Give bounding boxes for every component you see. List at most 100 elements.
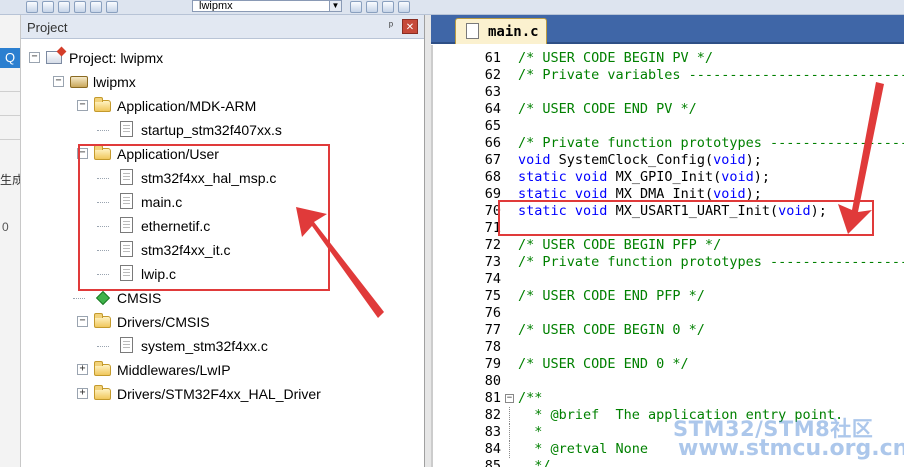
toolbar-left-group — [26, 0, 118, 14]
keyword-token: static — [518, 169, 567, 185]
project-panel-title: Project — [27, 20, 68, 35]
code-line: 72 /* USER CODE BEGIN PFP */ — [433, 237, 904, 254]
fold-guide — [509, 441, 510, 458]
line-number: 71 — [484, 220, 501, 236]
project-icon — [46, 49, 64, 66]
tree-label: Drivers/CMSIS — [117, 314, 210, 330]
file-icon — [118, 337, 136, 354]
code-line: 68 static void MX_GPIO_Init(void); — [433, 169, 904, 186]
tree-file-0-0[interactable]: startup_stm32f407xx.s — [21, 120, 421, 140]
tree-target[interactable]: − lwipmx — [21, 72, 421, 92]
tree-group-2[interactable]: CMSIS — [21, 288, 421, 308]
code-line: 62 /* Private variables -----------------… — [433, 67, 904, 84]
build-icon[interactable] — [58, 1, 70, 13]
line-number: 74 — [484, 271, 501, 287]
collapse-icon[interactable]: − — [77, 316, 88, 327]
code-text: /* USER CODE END 0 */ — [518, 356, 689, 373]
tree-group-4[interactable]: + Middlewares/LwIP — [21, 360, 421, 380]
line-number: 78 — [484, 339, 501, 355]
code-text: /** — [518, 390, 542, 407]
code-line: 63 — [433, 84, 904, 101]
target-select-value: lwipmx — [199, 0, 233, 12]
comment-token: /* USER CODE END PFP */ — [518, 288, 705, 304]
tree-label: CMSIS — [117, 290, 162, 306]
code-line: 79 /* USER CODE END 0 */ — [433, 356, 904, 373]
annotation-box-user-files — [78, 144, 330, 291]
project-panel-header: Project ᵖ ✕ — [21, 15, 424, 39]
code-text: /* USER CODE BEGIN PV */ — [518, 50, 713, 67]
code-token: SystemClock_Config( — [550, 152, 714, 168]
line-number: 65 — [484, 118, 501, 134]
code-editor: main.c 61 /* USER CODE BEGIN PV */ 62 /* Pr… — [431, 15, 904, 467]
comment-token: /* USER CODE BEGIN PFP */ — [518, 237, 722, 253]
line-number: 68 — [484, 169, 501, 185]
manage-icon[interactable] — [350, 1, 362, 13]
line-number: 66 — [484, 135, 501, 151]
comment-token: /* USER CODE BEGIN 0 */ — [518, 322, 705, 338]
code-text: * @retval None — [518, 441, 648, 458]
toolbar-right-group — [350, 0, 410, 14]
save-icon[interactable] — [42, 1, 54, 13]
open-file-icon[interactable] — [26, 1, 38, 13]
close-icon[interactable]: ✕ — [402, 19, 418, 34]
tree-file-3-0[interactable]: system_stm32f4xx.c — [21, 336, 421, 356]
fold-icon[interactable]: − — [505, 394, 514, 403]
code-line: 61 /* USER CODE BEGIN PV */ — [433, 50, 904, 67]
tree-group-0[interactable]: − Application/MDK-ARM — [21, 96, 421, 116]
rebuild-icon[interactable] — [74, 1, 86, 13]
background-window-strip: lwipmx Q 生成 0 — [0, 15, 21, 467]
comment-token: /* Private function prototypes ---------… — [518, 254, 904, 270]
debug-icon[interactable] — [398, 1, 410, 13]
folder-icon — [94, 313, 112, 330]
collapse-icon[interactable]: − — [77, 100, 88, 111]
chevron-down-icon[interactable]: ▼ — [329, 1, 341, 11]
tab-label: main.c — [488, 24, 539, 40]
code-text: static void MX_GPIO_Init(void); — [518, 169, 770, 186]
code-text: * — [518, 424, 542, 441]
fold-guide — [509, 407, 510, 424]
expand-icon[interactable]: + — [77, 388, 88, 399]
target-select[interactable]: lwipmx ▼ — [192, 0, 342, 12]
code-token: ); — [753, 169, 771, 185]
tree-label: Drivers/STM32F4xx_HAL_Driver — [117, 386, 321, 402]
code-line: 67 void SystemClock_Config(void); — [433, 152, 904, 169]
code-token: MX_GPIO_Init( — [607, 169, 722, 185]
code-text: /* USER CODE END PFP */ — [518, 288, 705, 305]
code-text: /* USER CODE END PV */ — [518, 101, 697, 118]
code-text: void SystemClock_Config(void); — [518, 152, 762, 169]
comment-token: /* USER CODE END 0 */ — [518, 356, 689, 372]
collapse-icon[interactable]: − — [29, 52, 40, 63]
comment-token: /** — [518, 390, 543, 406]
code-text: /* Private function prototypes ---------… — [518, 135, 904, 152]
rte-icon[interactable] — [366, 1, 378, 13]
tree-connector — [97, 346, 109, 347]
tree-group-5[interactable]: + Drivers/STM32F4xx_HAL_Driver — [21, 384, 421, 404]
comment-token: * — [518, 424, 543, 440]
search-icon[interactable]: Q — [0, 48, 20, 68]
line-number: 61 — [484, 50, 501, 66]
code-text: /* Private variables -------------------… — [518, 67, 904, 84]
line-number: 73 — [484, 254, 501, 270]
comment-token: /* USER CODE BEGIN PV */ — [518, 50, 714, 66]
folder-icon — [94, 385, 112, 402]
tree-group-3[interactable]: − Drivers/CMSIS — [21, 312, 421, 332]
tab-main-c[interactable]: main.c — [455, 18, 547, 44]
download-icon[interactable] — [90, 1, 102, 13]
folder-icon — [94, 97, 112, 114]
tree-label: Project: lwipmx — [69, 50, 164, 66]
tree-root[interactable]: − Project: lwipmx — [21, 48, 421, 68]
target-icon — [70, 73, 88, 90]
keyword-token: void — [518, 152, 551, 168]
options-icon[interactable] — [106, 1, 118, 13]
keyword-token: void — [721, 169, 754, 185]
pin-icon[interactable]: ᵖ — [384, 19, 398, 33]
code-text: /* USER CODE BEGIN PFP */ — [518, 237, 721, 254]
pack-icon[interactable] — [382, 1, 394, 13]
line-number: 79 — [484, 356, 501, 372]
code-line: 64 /* USER CODE END PV */ — [433, 101, 904, 118]
expand-icon[interactable]: + — [77, 364, 88, 375]
code-area[interactable]: 61 /* USER CODE BEGIN PV */ 62 /* Private v… — [431, 45, 904, 467]
code-line: 74 — [433, 271, 904, 288]
code-text: /* USER CODE BEGIN 0 */ — [518, 322, 705, 339]
collapse-icon[interactable]: − — [53, 76, 64, 87]
